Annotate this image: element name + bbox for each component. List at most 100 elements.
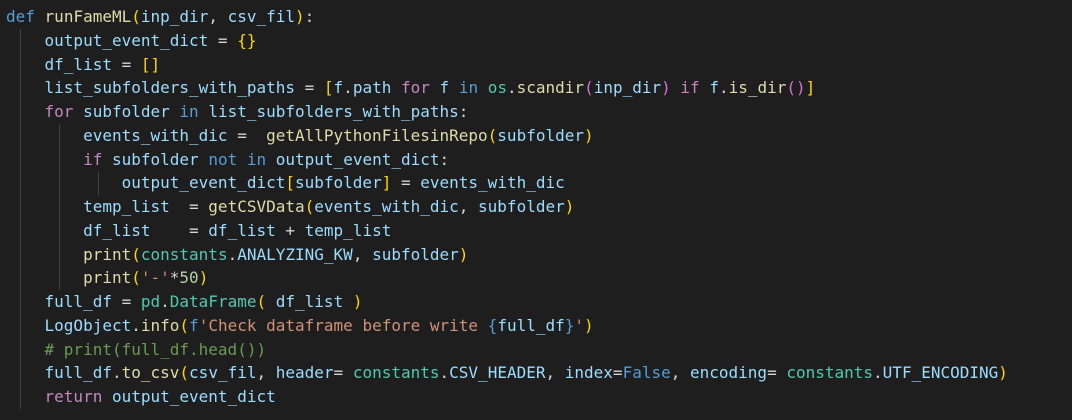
code-token: [ [285, 173, 295, 193]
code-token: , [256, 363, 276, 383]
code-token: = [227, 125, 267, 145]
code-line[interactable]: list_subfolders_with_paths = [f.path for… [6, 76, 1008, 100]
code-token: info [140, 315, 180, 335]
code-line[interactable]: full_df.to_csv(csv_fil, header= constant… [6, 361, 1008, 385]
code-token: + [275, 220, 305, 240]
code-line-text: output_event_dict[subfolder] = events_wi… [6, 173, 565, 192]
code-line[interactable]: print(constants.ANALYZING_KW, subfolder) [6, 242, 1008, 267]
code-token: UTF_ENCODING [882, 363, 999, 383]
code-token: os [487, 78, 507, 98]
code-token: * [169, 268, 180, 288]
code-token: # print(full_df.head()) [44, 339, 267, 359]
code-token: encoding [690, 363, 768, 383]
code-line[interactable]: full_df = pd.DataFrame( df_list ) [6, 290, 1008, 314]
code-token: if [680, 78, 700, 98]
code-token: . [718, 78, 729, 98]
code-line-text: # print(full_df.head()) [6, 339, 267, 359]
code-token: df_list [208, 220, 276, 240]
code-token: } [564, 315, 575, 335]
code-line[interactable]: df_list = [] [6, 52, 1008, 77]
code-token: : [439, 149, 450, 169]
code-token: . [343, 78, 353, 98]
code-line-text: for subfolder in list_subfolders_with_pa… [6, 102, 469, 121]
code-line[interactable]: for subfolder in list_subfolders_with_pa… [6, 100, 1008, 124]
code-token: . [439, 363, 450, 383]
code-token: for [44, 102, 74, 121]
code-token: ] [805, 78, 816, 98]
code-token: events_with_dic [314, 197, 459, 216]
code-token: f [333, 78, 344, 98]
code-token: return [44, 387, 103, 406]
code-token: ( [131, 268, 141, 288]
code-token: ] [381, 173, 392, 193]
code-token: , [545, 363, 565, 383]
code-token: '-' [140, 268, 170, 288]
code-line[interactable]: def runFameML(inp_dir, csv_fil): [6, 5, 1008, 29]
code-editor[interactable]: def runFameML(inp_dir, csv_fil): output_… [0, 0, 1072, 420]
code-line-text: full_df.to_csv(csv_fil, header= constant… [6, 363, 1008, 382]
code-token: {} [237, 30, 257, 50]
code-token: 50 [179, 268, 199, 288]
code-token: , [208, 7, 228, 26]
code-line[interactable]: output_event_dict[subfolder] = events_wi… [6, 171, 1008, 195]
code-token: df_list [275, 292, 344, 311]
code-token: . [160, 292, 170, 311]
code-token: , [670, 363, 690, 383]
code-token: scandir [516, 78, 585, 98]
code-line-text: print(constants.ANALYZING_KW, subfolder) [6, 245, 468, 264]
code-token: = [150, 220, 209, 240]
code-token: events_with_dic [420, 173, 565, 193]
code-token: = [391, 173, 421, 193]
code-line-text: def runFameML(inp_dir, csv_fil): [6, 7, 314, 26]
code-line[interactable]: events_with_dic = getAllPythonFilesinRep… [6, 123, 1008, 148]
code-line-text: output_event_dict = {} [6, 30, 257, 50]
code-token: header [275, 363, 334, 383]
code-line[interactable]: print('-'*50) [6, 266, 1008, 290]
code-token: in [246, 149, 267, 169]
code-line[interactable]: temp_list = getCSVData(events_with_dic, … [6, 195, 1008, 219]
code-token: csv_fil [227, 7, 296, 26]
code-token: ) [998, 363, 1008, 383]
code-token: ( [584, 78, 594, 98]
code-token: ' [574, 315, 585, 335]
code-token: path [352, 78, 392, 98]
code-token: df_list [44, 54, 112, 74]
code-line[interactable]: df_list = df_list + temp_list [6, 218, 1008, 243]
code-line[interactable]: # print(full_df.head()) [6, 337, 1008, 362]
code-token: ( [179, 363, 190, 383]
code-token: ) [352, 292, 363, 311]
code-line[interactable]: LogObject.info(f'Check dataframe before … [6, 313, 1008, 338]
code-token: pd [140, 292, 161, 311]
code-token: ANALYZING_KW [237, 244, 353, 264]
code-token: inp_dir [140, 7, 209, 26]
code-line[interactable]: output_event_dict = {} [6, 28, 1008, 53]
code-line-text: return output_event_dict [6, 387, 276, 406]
code-token: , [352, 244, 373, 264]
code-view[interactable]: def runFameML(inp_dir, csv_fil): output_… [6, 5, 1008, 409]
code-token: subfolder [111, 149, 199, 169]
code-token: CSV_HEADER [449, 363, 546, 383]
code-line[interactable]: return output_event_dict [6, 385, 1008, 409]
code-token: () [786, 78, 806, 98]
code-token: = [111, 292, 141, 311]
code-token: if [83, 149, 103, 169]
code-token: ) [198, 268, 209, 288]
code-token: . [227, 244, 238, 264]
code-token: ( [131, 7, 141, 26]
code-token: constants [140, 244, 228, 264]
code-token: ( [487, 125, 498, 145]
code-token: = [333, 363, 353, 383]
code-token: csv_fil [189, 363, 257, 383]
code-token: = [612, 363, 623, 383]
code-line[interactable]: if subfolder not in output_event_dict: [6, 147, 1008, 172]
code-token: = [767, 363, 787, 383]
code-token: full_df [497, 315, 565, 335]
code-token: ( [179, 315, 190, 335]
